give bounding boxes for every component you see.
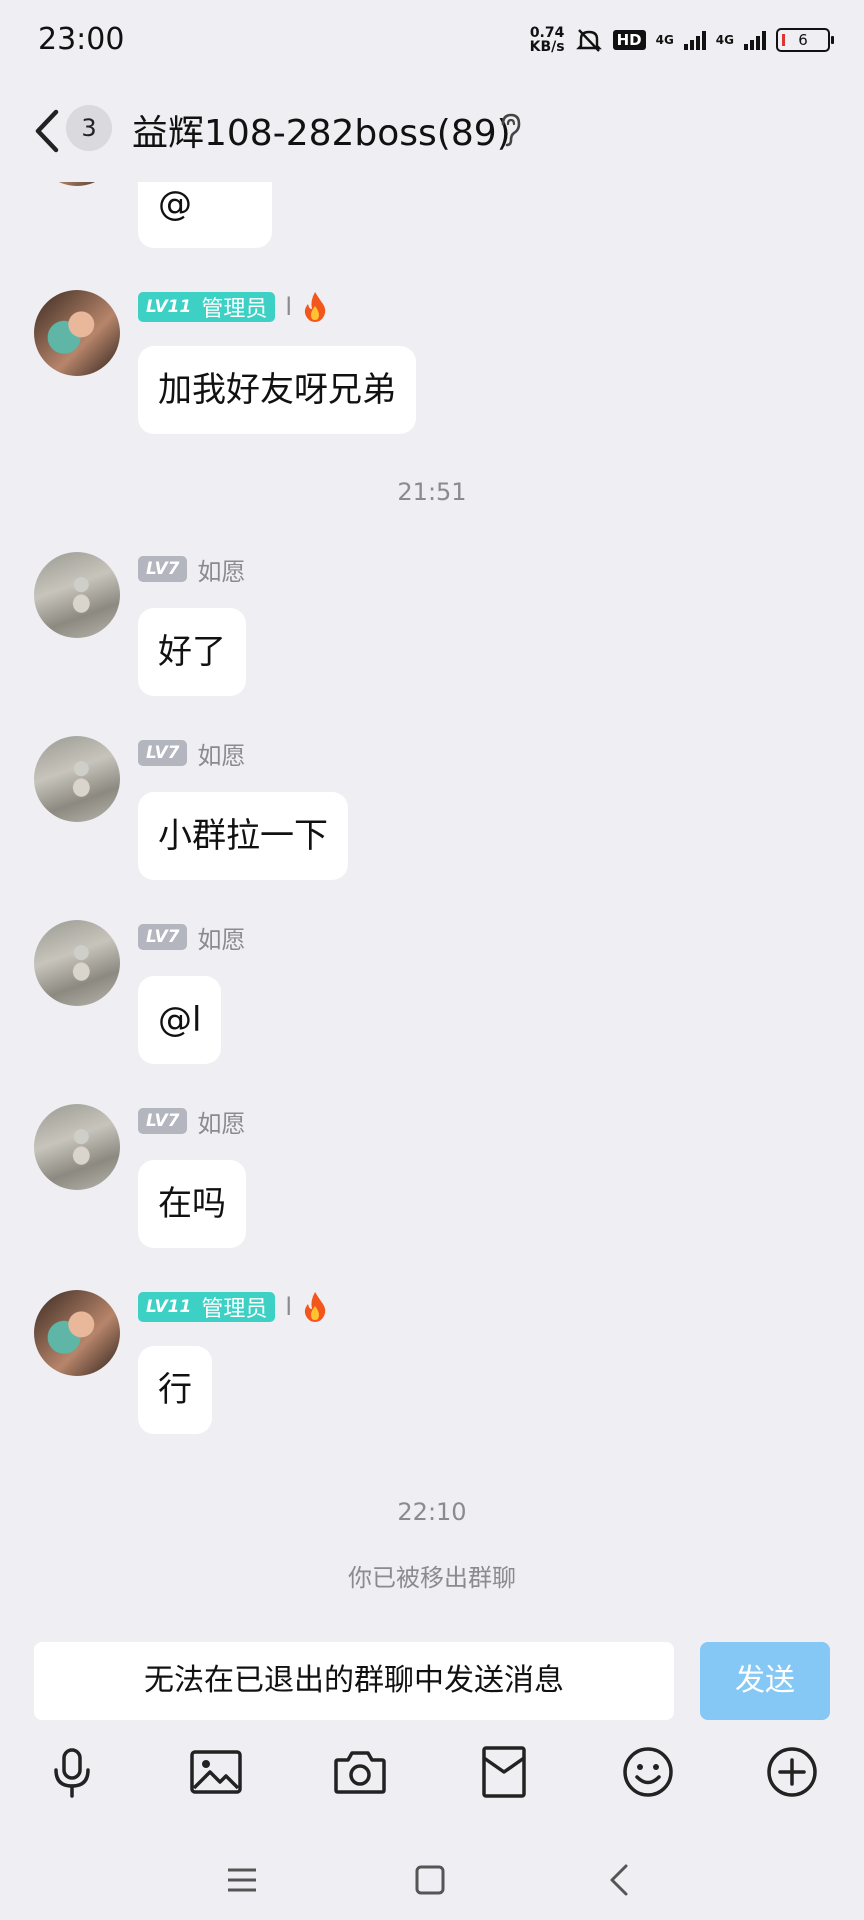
admin-badge: LV11 管理员: [138, 1292, 276, 1322]
signal-icon: [744, 30, 766, 50]
sender-line: LV7 如愿: [138, 552, 245, 586]
status-bar: 23:00 0.74 KB/s HD 4G 4G 6: [0, 0, 864, 86]
sender-name[interactable]: l: [285, 1293, 292, 1321]
message-bubble[interactable]: 加我好友呀兄弟: [138, 346, 416, 434]
signal-icon: [683, 30, 706, 50]
message-bubble[interactable]: 在吗: [138, 1160, 246, 1248]
status-time: 23:00: [38, 22, 125, 57]
message-bubble[interactable]: 小群拉一下: [138, 792, 348, 880]
message-bubble[interactable]: 行: [138, 1346, 212, 1434]
mute-bell-icon: [575, 29, 602, 52]
sender-name[interactable]: l: [285, 293, 292, 321]
system-notice: 你已被移出群聊: [348, 1564, 516, 1592]
earpiece-mode-icon: [501, 113, 521, 147]
sender-name[interactable]: 如愿: [197, 920, 245, 955]
status-icons: 0.74 KB/s HD 4G 4G 6: [529, 25, 834, 55]
menu-icon[interactable]: [222, 1860, 262, 1900]
unread-count-badge[interactable]: 3: [66, 105, 112, 151]
fire-icon: [304, 292, 326, 322]
plus-icon[interactable]: [764, 1744, 820, 1800]
chat-header: 3 益辉108-282boss(89): [0, 86, 864, 182]
input-area: 无法在已退出的群聊中发送消息 发送: [0, 1630, 864, 1920]
avatar[interactable]: [34, 290, 120, 376]
avatar[interactable]: [34, 1290, 120, 1376]
sender-name[interactable]: 如愿: [197, 552, 245, 587]
timestamp: 22:10: [397, 1498, 467, 1526]
sender-line: LV7 如愿: [138, 920, 245, 954]
avatar[interactable]: [34, 920, 120, 1006]
avatar[interactable]: [34, 736, 120, 822]
level-badge: LV7: [138, 556, 188, 582]
network-speed: 0.74 KB/s: [529, 25, 565, 55]
level-badge: LV7: [138, 1108, 188, 1134]
group-title[interactable]: 益辉108-282boss(89): [132, 104, 511, 156]
send-button: 发送: [700, 1642, 830, 1720]
microphone-icon[interactable]: [44, 1744, 100, 1800]
message-bubble[interactable]: @l: [138, 976, 222, 1064]
back-arrow-icon[interactable]: [28, 106, 64, 156]
sender-line: LV11 管理员 l: [138, 1290, 328, 1324]
red-packet-icon[interactable]: [476, 1744, 532, 1800]
avatar[interactable]: [34, 1104, 120, 1190]
message-bubble[interactable]: 好了: [138, 608, 246, 696]
camera-icon[interactable]: [332, 1744, 388, 1800]
level-badge: LV7: [138, 740, 188, 766]
sender-name[interactable]: 如愿: [197, 736, 245, 771]
fire-icon: [304, 1292, 326, 1322]
back-icon[interactable]: [600, 1860, 640, 1900]
sender-line: LV7 如愿: [138, 736, 245, 770]
sender-name[interactable]: 如愿: [197, 1104, 245, 1139]
emoji-icon[interactable]: [620, 1744, 676, 1800]
avatar[interactable]: [34, 552, 120, 638]
sender-line: LV7 如愿: [138, 1104, 245, 1138]
message-input-disabled: 无法在已退出的群聊中发送消息: [34, 1642, 674, 1720]
sender-line: LV11 管理员 l: [138, 290, 328, 324]
home-icon[interactable]: [410, 1860, 450, 1900]
battery-icon: 6: [776, 28, 834, 52]
signal-label-1: 4G: [655, 33, 674, 47]
hd-badge: HD: [612, 30, 646, 50]
signal-label-2: 4G: [715, 33, 734, 47]
image-icon[interactable]: [188, 1744, 244, 1800]
level-badge: LV7: [138, 924, 188, 950]
admin-badge: LV11 管理员: [138, 292, 276, 322]
timestamp: 21:51: [397, 478, 467, 506]
